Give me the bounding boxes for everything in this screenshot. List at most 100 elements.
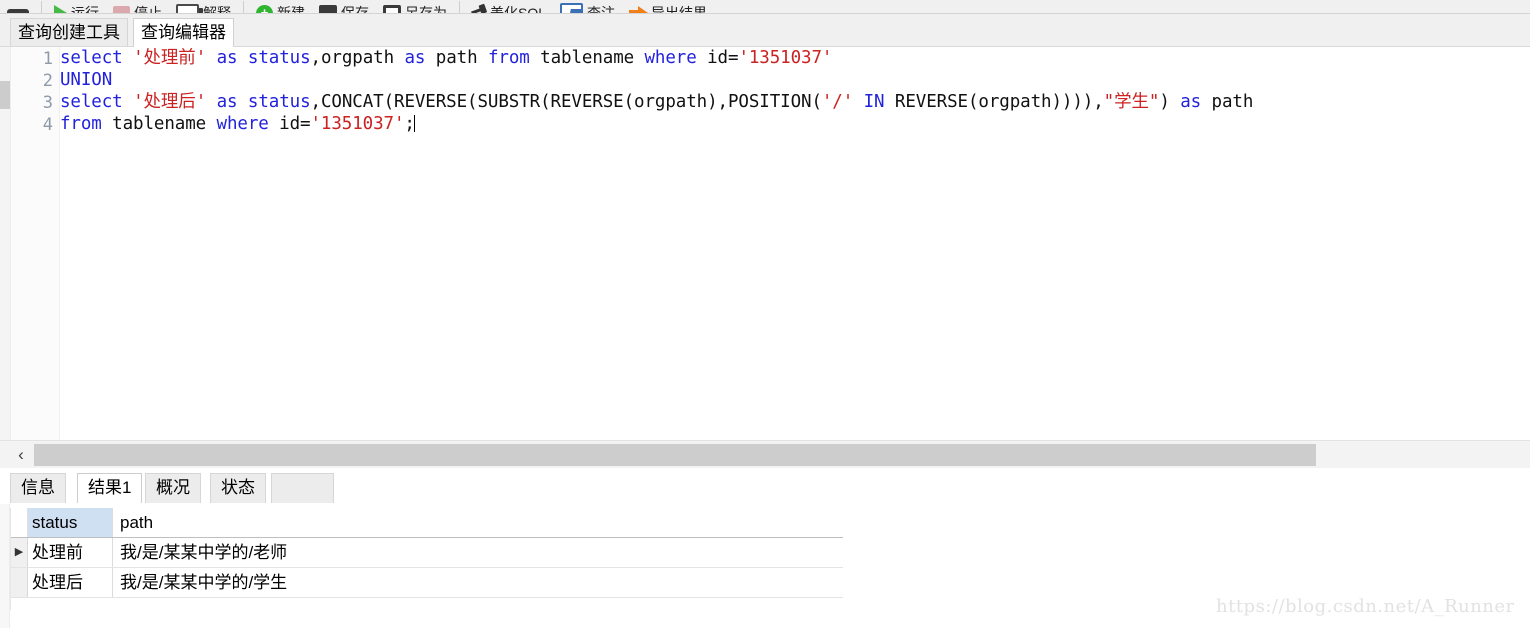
toolbar-dump-result-button[interactable]: 导出结果	[622, 0, 714, 13]
tab-query-editor[interactable]: 查询编辑器	[133, 18, 234, 47]
toolbar-divider-1	[41, 1, 42, 13]
code-token: as	[404, 48, 426, 68]
code-token: )	[1159, 92, 1181, 112]
editor-tab-strip: 查询创建工具 查询编辑器	[0, 14, 1530, 47]
line-number: 1	[42, 49, 53, 69]
cell-status[interactable]: 处理后	[28, 568, 113, 597]
grid-header-path[interactable]: path	[113, 508, 843, 537]
stop-icon	[113, 6, 130, 13]
code-token: ,orgpath	[310, 48, 405, 68]
editor-line-number-gutter: 1234	[11, 47, 60, 440]
result-tab-filler	[271, 473, 334, 503]
code-token: path	[1201, 92, 1254, 112]
sql-code-content[interactable]: select '处理前' as status,orgpath as path f…	[60, 47, 1530, 440]
code-token: id=	[268, 114, 311, 134]
toolbar-divider-2	[243, 1, 244, 13]
line-number: 3	[42, 93, 53, 113]
toolbar-save-as-button[interactable]: 另存为	[376, 0, 454, 14]
grid-empty-space	[10, 598, 843, 610]
code-token: '1351037'	[310, 114, 405, 134]
toolbar-beautify-sql-button[interactable]: 美化SQL	[465, 0, 553, 14]
main-toolbar: 运行 停止 解释 + 新建 保存 另存为 美化SQL 查注 导出结果	[0, 0, 1530, 14]
code-token: select	[60, 48, 134, 68]
code-token: as	[216, 92, 238, 112]
code-token: UNION	[60, 70, 113, 90]
watermark-text: https://blog.csdn.net/A_Runner	[1216, 596, 1515, 617]
code-token: "学生"	[1103, 92, 1160, 112]
code-line: UNION	[60, 69, 1530, 91]
code-token: as	[1180, 92, 1202, 112]
tab-status[interactable]: 状态	[210, 473, 266, 503]
code-line: select '处理前' as status,orgpath as path f…	[60, 47, 1530, 69]
tab-profile[interactable]: 概况	[145, 473, 201, 503]
code-token: ,CONCAT(REVERSE(SUBSTR(REVERSE(orgpath),…	[310, 92, 822, 112]
code-token: status	[247, 92, 311, 112]
toolbar-export-label: 查注	[587, 5, 616, 14]
sql-editor-area[interactable]: 1234 select '处理前' as status,orgpath as p…	[0, 47, 1530, 440]
tab-profile-label: 概况	[156, 478, 190, 497]
code-token: select	[60, 92, 134, 112]
code-token: '处理前'	[133, 48, 207, 68]
toolbar-stop-button[interactable]: 停止	[106, 0, 169, 14]
toolbar-save-as-label: 另存为	[405, 5, 447, 14]
export-icon	[560, 3, 584, 13]
code-token: tablename	[529, 48, 645, 68]
table-row[interactable]: 处理后 我/是/某某中学的/学生	[11, 568, 843, 598]
code-token: IN	[863, 92, 885, 112]
beautify-sql-icon	[470, 4, 488, 13]
toolbar-panel-handle[interactable]	[0, 0, 36, 13]
result-grid[interactable]: status path ▶ 处理前 我/是/某某中学的/老师 处理后 我/是/某…	[10, 508, 843, 598]
toolbar-divider-3	[459, 1, 460, 13]
toolbar-save-button[interactable]: 保存	[312, 0, 376, 13]
result-tab-strip: 信息 结果1 概况 状态	[0, 470, 1530, 504]
table-row[interactable]: ▶ 处理前 我/是/某某中学的/老师	[11, 538, 843, 568]
code-token: REVERSE(orgpath)))),	[884, 92, 1104, 112]
code-token: '/'	[821, 92, 854, 112]
tab-info-label: 信息	[21, 478, 55, 497]
scroll-left-arrow-icon[interactable]: ‹	[12, 445, 30, 465]
code-line: from tablename where id='1351037';	[60, 113, 1530, 135]
tab-query-builder[interactable]: 查询创建工具	[10, 18, 128, 47]
run-icon	[54, 5, 67, 13]
tab-query-editor-label: 查询编辑器	[141, 23, 226, 42]
toolbar-beautify-sql-label: 美化SQL	[490, 5, 547, 14]
cell-path[interactable]: 我/是/某某中学的/学生	[113, 568, 843, 597]
grid-header-status[interactable]: status	[28, 508, 113, 537]
scrollbar-thumb[interactable]	[34, 444, 1316, 466]
dump-result-icon	[629, 6, 649, 13]
code-token: as	[216, 48, 238, 68]
toolbar-stop-label: 停止	[134, 5, 162, 14]
code-token: from	[487, 48, 530, 68]
grid-header-row: status path	[11, 508, 843, 538]
code-token: status	[247, 48, 311, 68]
cell-status[interactable]: 处理前	[28, 538, 113, 567]
code-token: '处理后'	[133, 92, 207, 112]
new-icon: +	[256, 4, 273, 13]
code-token: '1351037'	[738, 48, 833, 68]
row-indicator-icon	[11, 568, 28, 597]
tab-query-builder-label: 查询创建工具	[18, 23, 120, 42]
toolbar-run-button[interactable]: 运行	[47, 0, 106, 13]
code-token: tablename	[101, 114, 217, 134]
toolbar-new-button[interactable]: + 新建	[249, 0, 312, 13]
code-token: id=	[696, 48, 739, 68]
tab-info[interactable]: 信息	[10, 473, 66, 503]
toolbar-explain-button[interactable]: 解释	[169, 0, 238, 14]
tab-result-1[interactable]: 结果1	[77, 473, 143, 503]
code-token: path	[425, 48, 488, 68]
toolbar-export-button[interactable]: 查注	[553, 0, 622, 14]
grid-header-corner	[11, 508, 28, 537]
text-caret	[413, 115, 415, 132]
scrollbar-track[interactable]	[34, 444, 1528, 466]
code-token: where	[644, 48, 697, 68]
save-icon	[319, 5, 337, 13]
cell-path[interactable]: 我/是/某某中学的/老师	[113, 538, 843, 567]
code-line: select '处理后' as status,CONCAT(REVERSE(SU…	[60, 91, 1530, 113]
tab-status-label: 状态	[221, 478, 255, 497]
editor-horizontal-scrollbar[interactable]: ‹	[0, 440, 1530, 468]
toolbar-explain-label: 解释	[203, 5, 231, 14]
